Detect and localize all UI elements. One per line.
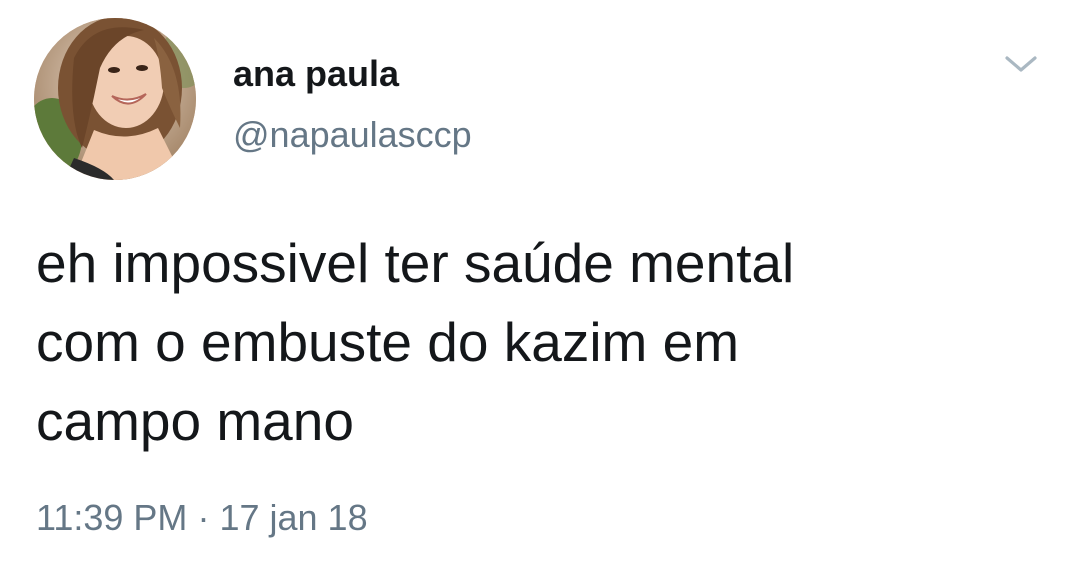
user-handle[interactable]: @napaulasccp	[233, 113, 472, 157]
tweet-menu-button[interactable]	[998, 46, 1044, 82]
tweet-time: 11:39 PM	[36, 497, 188, 538]
display-name[interactable]: ana paula	[233, 52, 399, 96]
avatar-image	[34, 18, 196, 180]
chevron-down-icon	[1005, 56, 1037, 72]
tweet-timestamp[interactable]: 11:39 PM · 17 jan 18	[36, 496, 368, 540]
avatar[interactable]	[34, 18, 196, 180]
tweet-text-line: eh impossivel ter saúde mental	[36, 232, 795, 294]
tweet-text-line: campo mano	[36, 390, 354, 452]
timestamp-separator: ·	[197, 497, 210, 538]
tweet-date: 17 jan 18	[219, 497, 368, 538]
tweet-card: ana paula @napaulasccp eh impossivel ter…	[0, 0, 1073, 575]
tweet-text-line: com o embuste do kazim em	[36, 311, 740, 373]
tweet-text: eh impossivel ter saúde mental com o emb…	[36, 224, 1036, 461]
